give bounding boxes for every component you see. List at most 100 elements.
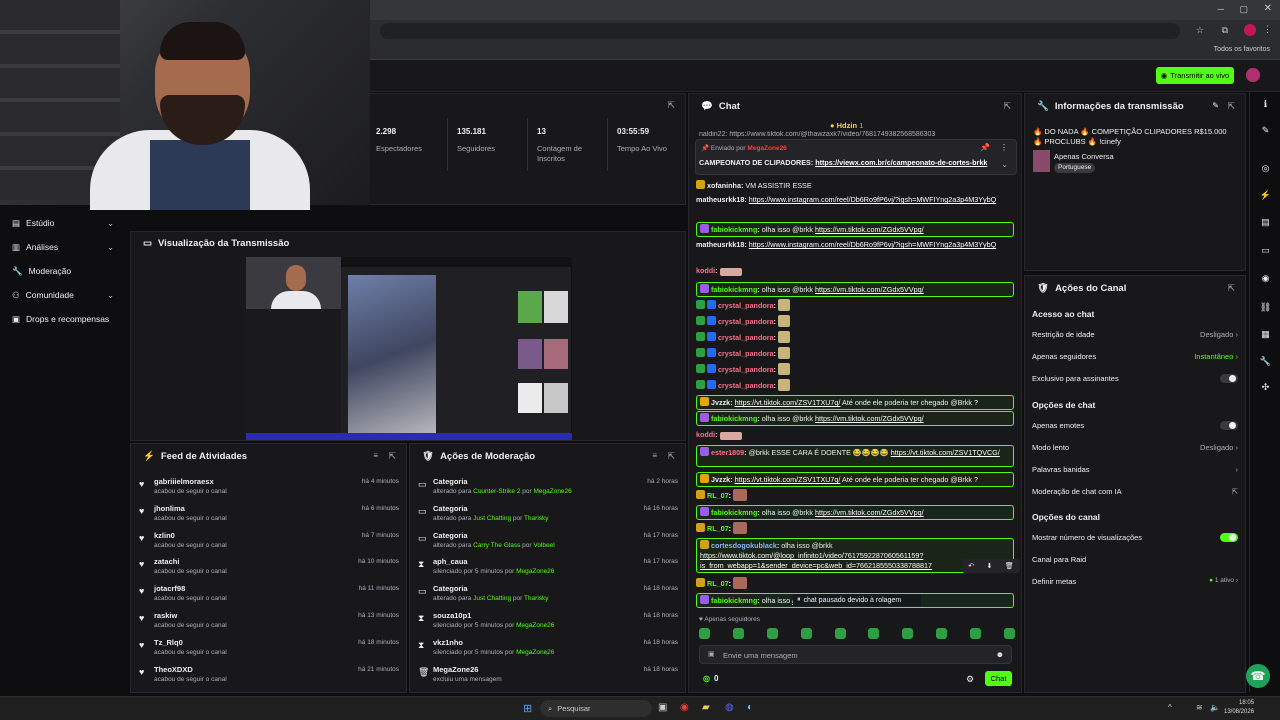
edit-icon[interactable]: ✎ [1212, 101, 1219, 110]
sidebar-item[interactable]: ▤ Estúdio ⌄ [12, 216, 114, 230]
chat-username[interactable]: crystal_pandora [718, 365, 774, 374]
windows-start-icon[interactable]: ⊞ [523, 702, 532, 715]
chat-username[interactable]: Jvzzk [711, 398, 730, 407]
filter-icon[interactable]: ≡ [373, 451, 378, 460]
popout-icon[interactable]: ⇱ [1227, 283, 1235, 294]
chat-username[interactable]: crystal_pandora [718, 301, 774, 310]
chat-username[interactable]: RL_07 [707, 491, 729, 500]
ai-moderation-row[interactable]: Moderação de chat com IA ⇱ [1032, 487, 1238, 499]
emote-quick-icon[interactable] [766, 628, 778, 639]
chat-username[interactable]: crystal_pandora [718, 317, 774, 326]
menu-icon[interactable]: ⋮ [1263, 24, 1272, 35]
emotes-only-toggle[interactable] [1220, 421, 1238, 430]
feed-username[interactable]: gabriiielmoraesx [154, 477, 214, 486]
chat-username[interactable]: crystal_pandora [718, 349, 774, 358]
feed-username[interactable]: jhonlima [154, 504, 185, 513]
feed-username[interactable]: kzlin0 [154, 531, 175, 540]
all-bookmarks[interactable]: Todos os favoritos [1214, 46, 1270, 53]
minimize-icon[interactable]: ─ [1218, 4, 1224, 14]
user-avatar[interactable] [1246, 68, 1260, 82]
slow-mode-row[interactable]: Modo lento Desligado › [1032, 443, 1238, 455]
emote-quick-icon[interactable] [1003, 628, 1015, 639]
chat-link[interactable]: https://www.tiktok.com/@loop_infinito1/v… [700, 551, 932, 570]
chat-username[interactable]: koddi [696, 266, 715, 275]
feed-username[interactable]: raskiw [154, 611, 177, 620]
stream-icon[interactable]: ◉ [1258, 273, 1273, 288]
wifi-icon[interactable]: ≋ [1196, 703, 1203, 712]
emoji-icon[interactable]: ☻ [996, 650, 1004, 659]
chat-link[interactable]: https://vm.tiktok.com/ZGdx5VVpq/ [815, 508, 924, 517]
maximize-icon[interactable]: ▢ [1239, 4, 1248, 15]
popout-icon[interactable]: ⇱ [667, 451, 675, 462]
send-chat-button[interactable]: Chat [985, 671, 1012, 686]
emote-quick-icon[interactable] [699, 628, 710, 639]
close-icon[interactable]: ✕ [1264, 3, 1272, 14]
set-goals-row[interactable]: Definir metas ● 1 ativo › [1032, 577, 1238, 589]
chat-link[interactable]: https://vm.tiktok.com/ZGdx5VVpq/ [815, 285, 924, 294]
popout-icon[interactable]: ⇱ [388, 451, 396, 462]
chat-username[interactable]: matheusrkk18 [696, 240, 744, 249]
discord-icon[interactable]: ◍ [725, 702, 734, 713]
feed-username[interactable]: jotacrf98 [154, 584, 185, 593]
trash-icon[interactable]: 🗑 [1005, 562, 1014, 570]
info-icon[interactable]: ℹ [1258, 99, 1273, 114]
emote-quick-icon[interactable] [732, 628, 744, 639]
chat-username[interactable]: crystal_pandora [718, 381, 774, 390]
filter-icon[interactable]: ≡ [652, 451, 657, 460]
unpin-icon[interactable]: 📌 [980, 143, 990, 152]
feed-username[interactable]: zatachi [154, 557, 179, 566]
popout-icon[interactable]: ⇱ [667, 100, 675, 111]
bolt-icon[interactable]: ⚡ [1258, 190, 1273, 205]
popout-icon[interactable]: ⇱ [1227, 101, 1235, 112]
chat-username[interactable]: Jvzzk [711, 475, 730, 484]
chat-username[interactable]: koddi [696, 430, 715, 439]
points-counter[interactable]: ◎ 0 [703, 674, 718, 683]
tray-chevron-icon[interactable]: ^ [1168, 703, 1172, 712]
chat-username[interactable]: fabiokickmng [711, 225, 757, 234]
pin-icon[interactable]: ⬇ [987, 562, 993, 570]
chat-link[interactable]: https://www.instagram.com/reel/Db6Ro9fP6… [749, 240, 996, 249]
chat-link[interactable]: https://vm.tiktok.com/ZGdx5VVpq/ [815, 225, 924, 234]
chevron-down-icon[interactable]: ⌄ [107, 290, 114, 301]
chat-username[interactable]: fabiokickmng [711, 414, 757, 423]
chat-username[interactable]: RL_07 [707, 524, 729, 533]
go-live-button[interactable]: ◉ Transmitir ao vivo [1156, 67, 1234, 84]
chat-link[interactable]: https://vt.tiktok.com/ZSV1TXU7q/ [735, 475, 841, 484]
chevron-down-icon[interactable]: ⌄ [107, 218, 114, 229]
pinned-message[interactable]: 📌 Enviado por MegaZone26 CAMPEONATO DE C… [695, 139, 1017, 175]
age-restriction-row[interactable]: Restrição de idade Desligado › [1032, 330, 1238, 342]
sidebar-item[interactable]: ▥ Análises ⌄ [12, 240, 114, 254]
chat-link[interactable]: https://www.instagram.com/reel/Db6Ro9fP6… [749, 195, 996, 204]
chat-username[interactable]: xofaninha [707, 181, 741, 190]
show-views-toggle[interactable] [1220, 533, 1238, 542]
link-icon[interactable]: ⛓ [1258, 302, 1273, 317]
preview-video[interactable] [246, 257, 572, 440]
taskbar-search[interactable]: ⌕ Pesquisar [540, 700, 652, 717]
chat-icon[interactable]: ▭ [1258, 245, 1273, 260]
document-icon[interactable]: ▤ [1258, 217, 1273, 232]
chat-username[interactable]: ester1809 [711, 448, 744, 457]
emote-quick-icon[interactable] [800, 628, 812, 639]
puzzle-icon[interactable]: ✣ [1258, 382, 1273, 397]
sidebar-item[interactable]: ▣ Drops e recompensas [12, 312, 109, 326]
emote-quick-icon[interactable] [834, 628, 846, 639]
chevron-down-icon[interactable]: ⌄ [1001, 160, 1008, 169]
extensions-icon[interactable]: ⧉ [1222, 25, 1228, 36]
support-chat-icon[interactable]: ☎ [1246, 664, 1270, 688]
chat-username[interactable]: fabiokickmng [711, 285, 757, 294]
popout-icon[interactable]: ⇱ [1003, 101, 1011, 112]
chat-paused-banner[interactable]: ⏸ chat pausado devido à rolagem [793, 594, 921, 606]
chat-link[interactable]: https://vt.tiktok.com/ZSV1TXU7q/ [735, 398, 841, 407]
subscribers-only-toggle[interactable] [1220, 374, 1238, 383]
gift-icon[interactable]: ▣ [708, 650, 715, 658]
chat-username[interactable]: RL_07 [707, 579, 729, 588]
emote-quick-icon[interactable] [970, 628, 981, 639]
sidebar-item[interactable]: ⚇ Comunidade ⌄ [12, 288, 114, 302]
emote-quick-icon[interactable] [936, 628, 948, 639]
chrome-icon[interactable]: ◉ [680, 702, 689, 713]
chat-link[interactable]: https://vm.tiktok.com/ZGdx5VVpq/ [815, 414, 924, 423]
settings-icon[interactable]: ⚙ [966, 674, 974, 685]
chat-username[interactable]: fabiokickmng [711, 596, 757, 605]
feed-username[interactable]: Tz_Rlq0 [154, 638, 183, 647]
task-view-icon[interactable]: ▣ [658, 702, 667, 713]
